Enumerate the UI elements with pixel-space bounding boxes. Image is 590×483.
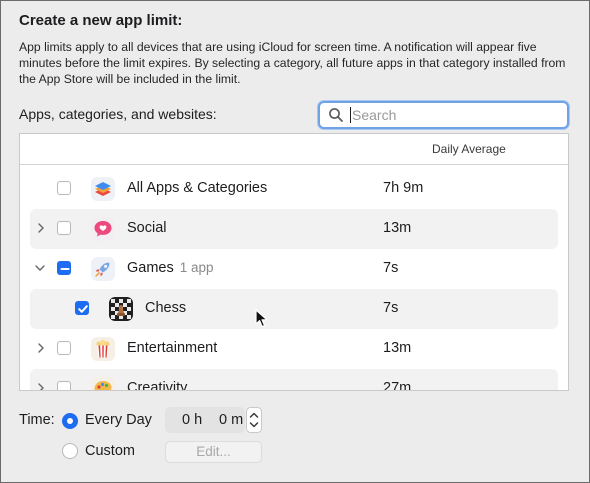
checkbox[interactable] <box>57 341 71 355</box>
row-name-text: Games <box>127 260 174 276</box>
checkbox-checked[interactable] <box>75 301 89 315</box>
dialog-title: Create a new app limit: <box>19 12 183 29</box>
table-row[interactable]: Social 13m <box>20 209 568 249</box>
every-day-label[interactable]: Every Day <box>85 412 152 428</box>
rocket-icon <box>91 257 115 281</box>
search-icon <box>329 108 343 122</box>
hours-value[interactable]: 0 h <box>182 412 202 428</box>
row-average: 7s <box>383 260 399 276</box>
apps-table: Daily Average All Apps & Categories 7h 9… <box>19 133 569 391</box>
table-row[interactable]: All Apps & Categories 7h 9m <box>20 169 568 209</box>
row-name: Creativity <box>127 380 188 391</box>
row-name: Games 1 app <box>127 260 214 276</box>
every-day-radio[interactable] <box>62 413 78 429</box>
row-name: Entertainment <box>127 340 218 356</box>
table-row[interactable]: Entertainment 13m <box>20 329 568 369</box>
row-name: Chess <box>145 300 187 316</box>
custom-radio[interactable] <box>62 443 78 459</box>
row-name: All Apps & Categories <box>127 180 268 196</box>
table-row[interactable]: Chess 7s <box>20 289 568 329</box>
edit-button[interactable]: Edit... <box>165 441 262 463</box>
row-average: 27m <box>383 380 412 391</box>
search-field[interactable] <box>318 101 569 129</box>
custom-label[interactable]: Custom <box>85 443 135 459</box>
time-label: Time: <box>19 412 55 428</box>
row-average: 7h 9m <box>383 180 424 196</box>
mouse-pointer-icon <box>255 309 268 328</box>
row-sub: 1 app <box>179 260 214 275</box>
chevron-right-icon[interactable] <box>35 222 47 234</box>
palette-icon <box>91 377 115 390</box>
table-row[interactable]: Creativity 27m <box>20 369 568 391</box>
apps-section-label: Apps, categories, and websites: <box>19 106 217 122</box>
table-header: Daily Average <box>20 134 568 165</box>
chevron-down-icon[interactable] <box>34 262 46 274</box>
column-header-daily-average[interactable]: Daily Average <box>432 142 506 156</box>
chevron-right-icon[interactable] <box>35 382 47 391</box>
minutes-value[interactable]: 0 m <box>219 412 243 428</box>
stack-layers-icon <box>91 177 115 201</box>
dialog-description: App limits apply to all devices that are… <box>19 40 566 86</box>
search-input[interactable] <box>350 105 557 125</box>
speech-bubble-heart-icon <box>91 217 115 241</box>
row-average: 7s <box>383 300 399 316</box>
chess-board-icon <box>109 297 133 321</box>
time-stepper[interactable] <box>246 407 262 433</box>
row-average: 13m <box>383 220 412 236</box>
popcorn-icon <box>91 337 115 361</box>
checkbox[interactable] <box>57 381 71 390</box>
row-name: Social <box>127 220 167 236</box>
checkbox[interactable] <box>57 181 71 195</box>
row-average: 13m <box>383 340 412 356</box>
chevron-right-icon[interactable] <box>35 342 47 354</box>
table-row[interactable]: Games 1 app 7s <box>20 249 568 289</box>
checkbox-mixed[interactable] <box>57 261 71 275</box>
checkbox[interactable] <box>57 221 71 235</box>
